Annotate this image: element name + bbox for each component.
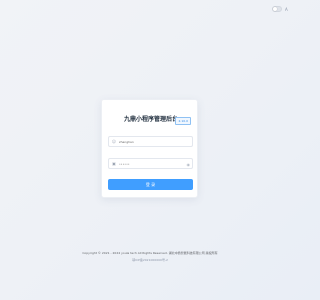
toggle-knob (273, 7, 277, 11)
language-icon[interactable]: A (285, 7, 290, 12)
copyright-text: Copyright © 2021 - 2024 youla tech All R… (82, 251, 218, 255)
theme-toggle[interactable] (272, 6, 282, 12)
login-card: 九鼎小程序管理后台 2.10.0 ☺ ▣ ◉ 登 录 (101, 99, 198, 198)
login-button[interactable]: 登 录 (108, 179, 193, 190)
password-input[interactable] (117, 159, 183, 168)
password-field[interactable]: ▣ ◉ (108, 158, 193, 169)
eye-icon[interactable]: ◉ (187, 159, 191, 170)
page-title: 九鼎小程序管理后台 (124, 116, 179, 123)
icp-link[interactable]: 鄂ICP备2021000000号-2 (0, 258, 300, 262)
version-badge: 2.10.0 (175, 117, 191, 125)
title-row: 九鼎小程序管理后台 2.10.0 (102, 115, 197, 125)
username-input[interactable] (117, 137, 183, 146)
username-field[interactable]: ☺ (108, 136, 193, 147)
topbar-controls: A (272, 6, 290, 12)
